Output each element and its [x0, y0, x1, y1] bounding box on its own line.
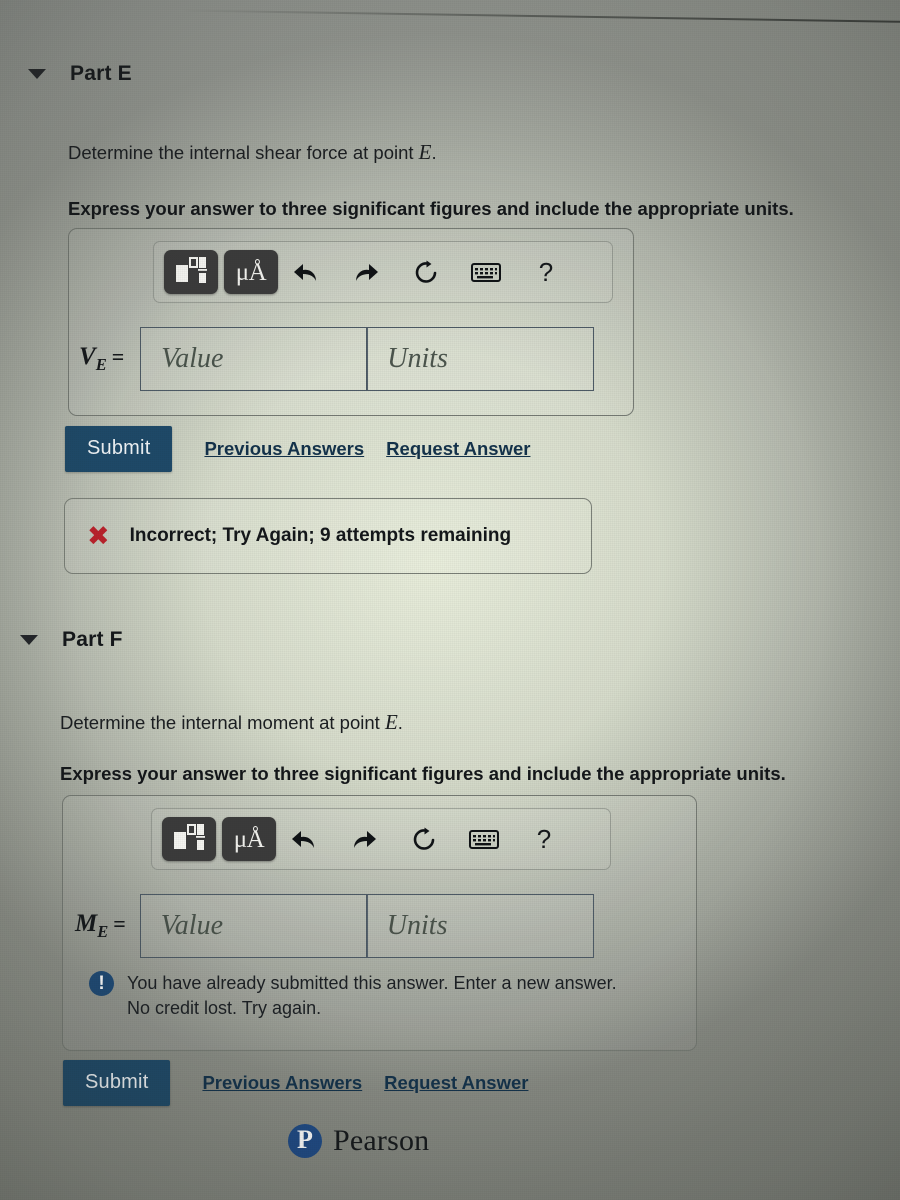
pearson-wordmark: Pearson [333, 1124, 430, 1157]
part-f-value-placeholder: Value [160, 910, 224, 941]
part-e-value-placeholder: Value [161, 343, 224, 374]
part-e-actions: Submit Previous Answers Request Answer [65, 426, 530, 472]
undo-button[interactable] [282, 817, 326, 861]
part-f-units-placeholder: Units [386, 910, 448, 941]
undo-arrow-icon [291, 827, 317, 851]
redo-button[interactable] [342, 817, 386, 861]
help-button[interactable]: ? [524, 250, 568, 294]
part-f-notice-text: You have already submitted this answer. … [127, 971, 617, 1021]
mu-angstrom-icon: μÅ [235, 258, 267, 286]
part-f-previous-answers-link[interactable]: Previous Answers [202, 1072, 362, 1094]
keyboard-icon [469, 829, 499, 850]
part-f-toolbar: μÅ ? [151, 808, 611, 870]
part-f-notice-line1: You have already submitted this answer. … [127, 973, 617, 993]
redo-arrow-icon [353, 260, 379, 284]
part-e-prompt-text: Determine the internal shear force at po… [68, 142, 419, 163]
units-button[interactable]: μÅ [224, 250, 278, 294]
assignment-content: Part E Determine the internal shear forc… [0, 0, 900, 1200]
part-e-prompt: Determine the internal shear force at po… [68, 140, 437, 165]
part-e-request-answer-link[interactable]: Request Answer [386, 438, 530, 460]
part-f-prompt-variable: E [384, 710, 398, 734]
mu-angstrom-icon: μÅ [233, 825, 265, 853]
math-template-icon [175, 255, 207, 290]
part-e-instruction: Express your answer to three significant… [68, 198, 794, 219]
part-f-instruction: Express your answer to three significant… [60, 763, 786, 784]
reset-button[interactable] [402, 817, 446, 861]
part-f-header[interactable]: Part F [20, 628, 123, 652]
x-mark-icon: ✖ [87, 520, 110, 552]
part-f-prompt-text: Determine the internal moment at point [60, 712, 385, 733]
keyboard-button[interactable] [464, 250, 508, 294]
question-mark-icon: ? [538, 256, 554, 287]
part-e-previous-answers-link[interactable]: Previous Answers [204, 438, 364, 460]
part-e-prompt-variable: E [418, 140, 432, 164]
part-f-notice-line2: No credit lost. Try again. [127, 997, 322, 1018]
triangle-down-icon[interactable] [20, 635, 38, 645]
part-f-submit-button[interactable]: Submit [63, 1060, 171, 1106]
part-f-actions: Submit Previous Answers Request Answer [63, 1060, 528, 1106]
keyboard-icon [471, 262, 501, 283]
units-button[interactable]: μÅ [222, 817, 276, 861]
part-e-toolbar: μÅ ? [153, 241, 613, 303]
part-f-input-row: ME = Value Units [75, 894, 594, 958]
part-e-units-placeholder: Units [387, 343, 448, 374]
reset-button[interactable] [404, 250, 448, 294]
undo-arrow-icon [293, 260, 319, 284]
part-e-input-row: VE = Value Units [79, 327, 595, 391]
question-mark-icon: ? [536, 823, 552, 854]
part-f-variable-label: ME = [75, 910, 126, 941]
help-button[interactable]: ? [522, 817, 566, 861]
redo-button[interactable] [344, 250, 388, 294]
part-e-header[interactable]: Part E [28, 62, 132, 86]
part-f-answer-box: μÅ ? ME = Value Units ! You have alread… [62, 795, 697, 1051]
reset-circular-arrow-icon [412, 827, 437, 852]
screenshot-page: Part E Determine the internal shear forc… [0, 0, 900, 1200]
triangle-down-icon[interactable] [28, 69, 46, 79]
part-f-units-input[interactable]: Units [365, 894, 594, 958]
math-template-icon [173, 822, 205, 857]
undo-button[interactable] [284, 250, 328, 294]
part-f-notice: ! You have already submitted this answer… [89, 971, 679, 1021]
part-f-title: Part F [62, 628, 123, 651]
redo-arrow-icon [351, 827, 377, 851]
part-f-value-input[interactable]: Value [139, 894, 368, 958]
pearson-mark-icon: P [288, 1124, 322, 1158]
part-f-prompt: Determine the internal moment at point E… [60, 710, 403, 735]
part-e-submit-button[interactable]: Submit [65, 426, 173, 472]
math-template-button[interactable] [162, 817, 216, 861]
part-e-value-input[interactable]: Value [140, 327, 369, 391]
part-e-answer-box: μÅ ? VE = Value Units [68, 228, 634, 416]
part-e-variable-label: VE = [79, 343, 125, 374]
part-f-prompt-period: . [397, 712, 403, 733]
reset-circular-arrow-icon [414, 260, 439, 285]
part-f-request-answer-link[interactable]: Request Answer [384, 1072, 528, 1094]
pearson-logo: P Pearson [288, 1124, 429, 1158]
part-e-prompt-period: . [431, 142, 437, 163]
exclamation-circle-icon: ! [89, 971, 114, 996]
part-e-feedback-text: Incorrect; Try Again; 9 attempts remaini… [129, 525, 512, 546]
part-e-feedback: ✖ Incorrect; Try Again; 9 attempts remai… [64, 498, 592, 574]
math-template-button[interactable] [164, 250, 218, 294]
part-e-units-input[interactable]: Units [366, 327, 595, 391]
keyboard-button[interactable] [462, 817, 506, 861]
part-e-title: Part E [70, 62, 132, 85]
